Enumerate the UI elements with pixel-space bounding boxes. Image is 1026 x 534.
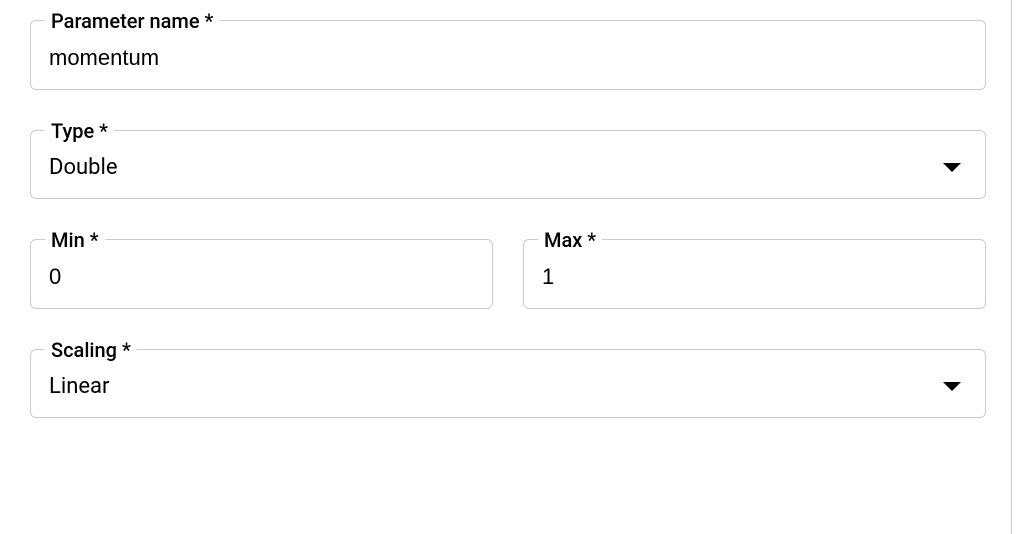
max-input[interactable] [542, 264, 967, 290]
scaling-field[interactable]: Scaling * Linear [30, 349, 986, 418]
scaling-value: Linear [49, 374, 109, 399]
vertical-divider [1011, 0, 1012, 534]
scaling-label: Scaling * [45, 338, 137, 362]
type-label: Type * [45, 119, 114, 143]
parameter-name-label: Parameter name * [45, 9, 219, 33]
max-label: Max * [538, 228, 602, 252]
parameter-form: Parameter name * Type * Double Min * Max… [30, 20, 996, 418]
type-value: Double [49, 155, 117, 180]
parameter-name-input[interactable] [49, 45, 967, 71]
min-max-row: Min * Max * [30, 239, 986, 309]
parameter-name-field[interactable]: Parameter name * [30, 20, 986, 90]
chevron-down-icon [943, 163, 961, 172]
type-field[interactable]: Type * Double [30, 130, 986, 199]
min-label: Min * [45, 228, 105, 252]
min-input[interactable] [49, 264, 474, 290]
chevron-down-icon [943, 382, 961, 391]
min-field[interactable]: Min * [30, 239, 493, 309]
max-field[interactable]: Max * [523, 239, 986, 309]
